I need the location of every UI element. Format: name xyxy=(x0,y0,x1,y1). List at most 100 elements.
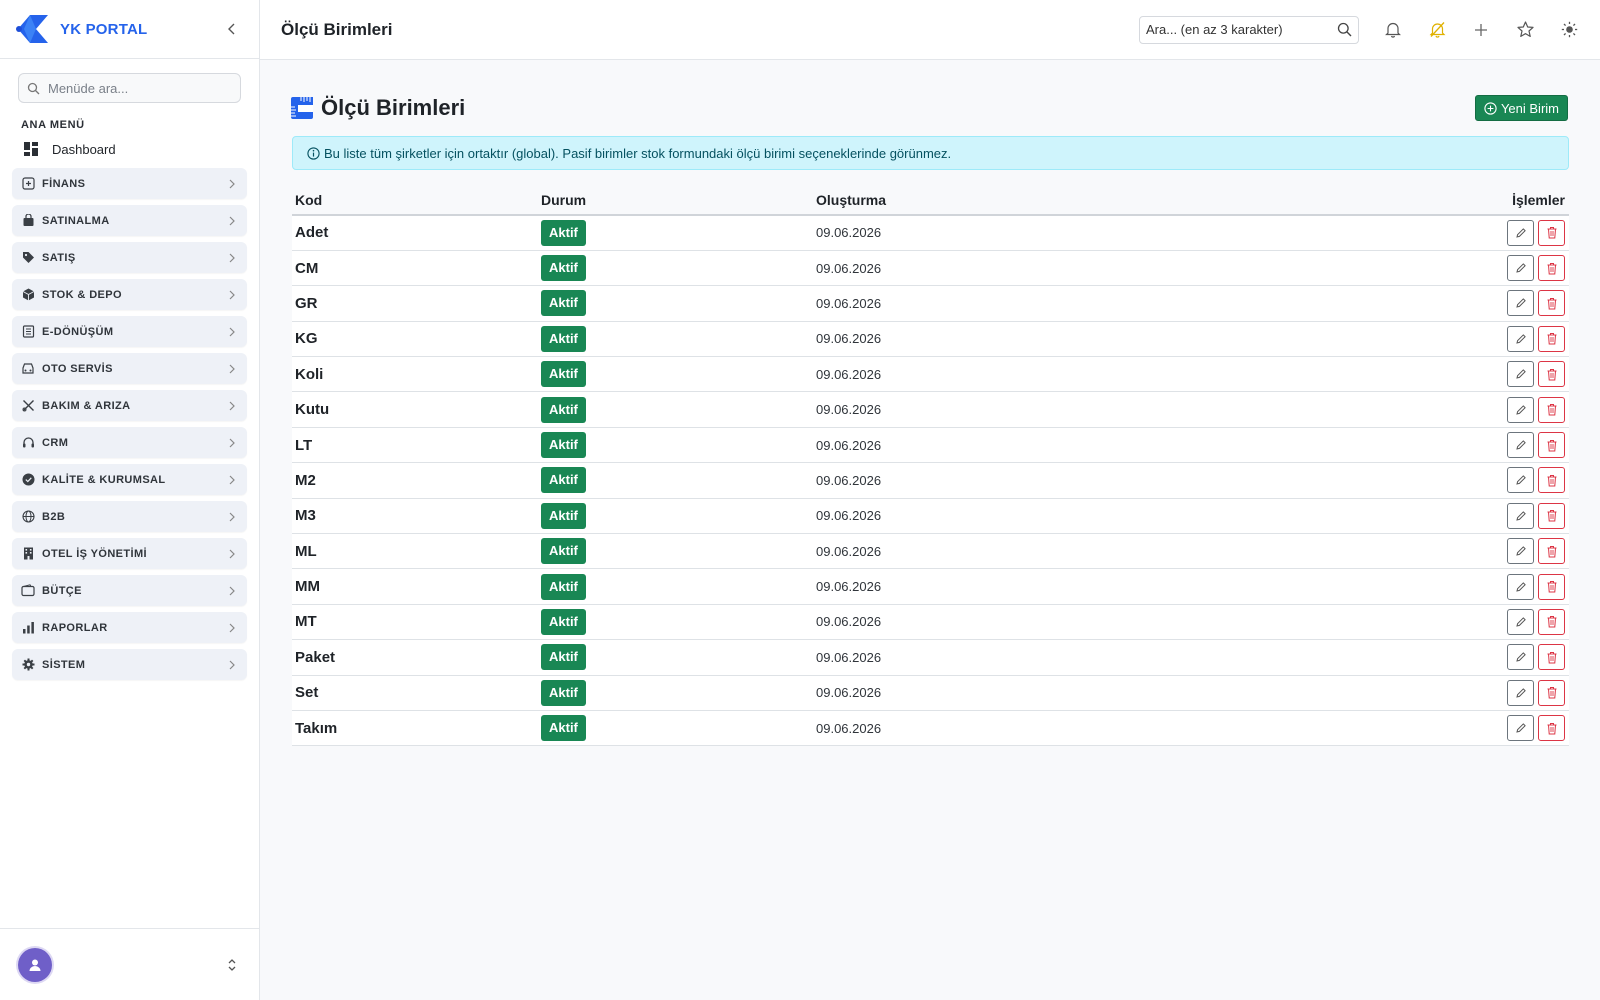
delete-button[interactable] xyxy=(1538,432,1565,459)
unit-code: GR xyxy=(292,285,538,322)
pencil-icon xyxy=(1515,333,1527,345)
sidebar-item-oto-servis[interactable]: OTO SERVİS xyxy=(12,353,247,384)
sidebar-item-kalite-kurumsal[interactable]: KALİTE & KURUMSAL xyxy=(12,464,247,495)
menu-search-input[interactable] xyxy=(48,80,228,96)
column-header-kod[interactable]: Kod xyxy=(292,185,538,216)
delete-button[interactable] xyxy=(1538,502,1565,529)
edit-button[interactable] xyxy=(1507,396,1534,423)
unit-code: M3 xyxy=(292,498,538,535)
sidebar-item-bakim-ariza[interactable]: BAKIM & ARIZA xyxy=(12,390,247,421)
chevron-right-icon xyxy=(229,660,235,669)
edit-button[interactable] xyxy=(1507,255,1534,282)
edit-button[interactable] xyxy=(1507,290,1534,317)
edit-button[interactable] xyxy=(1507,679,1534,706)
bell-slash-icon[interactable] xyxy=(1427,20,1447,40)
actions-cell xyxy=(1333,250,1569,287)
delete-button[interactable] xyxy=(1538,644,1565,671)
global-search-input[interactable] xyxy=(1146,22,1326,37)
table-row: Paket Aktif 09.06.2026 xyxy=(292,639,1569,676)
actions-cell xyxy=(1333,321,1569,358)
notifications-bell-icon[interactable] xyxy=(1383,20,1403,40)
created-date: 09.06.2026 xyxy=(813,568,1333,605)
status-badge: Aktif xyxy=(541,432,586,459)
units-table: Kod Durum Oluşturma İşlemler Adet Aktif 09… xyxy=(292,185,1569,747)
edit-button[interactable] xyxy=(1507,573,1534,600)
sidebar-item-finans[interactable]: FİNANS xyxy=(12,168,247,199)
sidebar-item-sistem[interactable]: SİSTEM xyxy=(12,649,247,680)
edit-button[interactable] xyxy=(1507,538,1534,565)
delete-button[interactable] xyxy=(1538,467,1565,494)
delete-button[interactable] xyxy=(1538,679,1565,706)
top-bar: Ölçü Birimleri xyxy=(260,0,1600,60)
sidebar-item-satinalma[interactable]: SATINALMA xyxy=(12,205,247,236)
unit-code: Koli xyxy=(292,356,538,393)
edit-button[interactable] xyxy=(1507,467,1534,494)
edit-button[interactable] xyxy=(1507,715,1534,742)
unit-code: Adet xyxy=(292,215,538,251)
delete-button[interactable] xyxy=(1538,219,1565,246)
status-cell: Aktif xyxy=(538,604,813,641)
status-cell: Aktif xyxy=(538,356,813,393)
delete-button[interactable] xyxy=(1538,715,1565,742)
sidebar-item-label: Dashboard xyxy=(52,141,116,157)
plus-icon[interactable] xyxy=(1471,20,1491,40)
person-icon xyxy=(29,959,41,971)
status-cell: Aktif xyxy=(538,639,813,676)
brand-logo-icon[interactable] xyxy=(16,13,50,45)
sidebar-item-butce[interactable]: BÜTÇE xyxy=(12,575,247,606)
unit-code: LT xyxy=(292,427,538,464)
sidebar-item-label: SİSTEM xyxy=(42,658,86,671)
status-badge: Aktif xyxy=(541,573,586,600)
edit-button[interactable] xyxy=(1507,361,1534,388)
status-cell: Aktif xyxy=(538,427,813,464)
tools-icon xyxy=(21,399,35,413)
delete-button[interactable] xyxy=(1538,573,1565,600)
created-date: 09.06.2026 xyxy=(813,250,1333,287)
sidebar-item-satis[interactable]: SATIŞ xyxy=(12,242,247,273)
search-icon[interactable] xyxy=(1337,22,1352,37)
star-icon[interactable] xyxy=(1515,20,1535,40)
sidebar-item-raporlar[interactable]: RAPORLAR xyxy=(12,612,247,643)
pencil-icon xyxy=(1515,581,1527,593)
unit-code: Takım xyxy=(292,710,538,747)
delete-button[interactable] xyxy=(1538,290,1565,317)
actions-cell xyxy=(1333,498,1569,535)
brand-title[interactable]: YK PORTAL xyxy=(60,21,147,38)
sidebar-item-b2b[interactable]: B2B xyxy=(12,501,247,532)
edit-button[interactable] xyxy=(1507,219,1534,246)
trash-icon xyxy=(1546,297,1558,310)
bar-chart-icon xyxy=(21,621,35,635)
actions-cell xyxy=(1333,427,1569,464)
user-menu-toggle[interactable] xyxy=(222,955,242,975)
delete-button[interactable] xyxy=(1538,255,1565,282)
edit-button[interactable] xyxy=(1507,325,1534,352)
sidebar-item-stok-depo[interactable]: STOK & DEPO xyxy=(12,279,247,310)
edit-button[interactable] xyxy=(1507,644,1534,671)
column-header-olusturma[interactable]: Oluşturma xyxy=(813,185,1333,216)
edit-button[interactable] xyxy=(1507,502,1534,529)
sidebar-item-e-donusum[interactable]: E-DÖNÜŞÜM xyxy=(12,316,247,347)
status-cell: Aktif xyxy=(538,391,813,428)
collapse-sidebar-button[interactable] xyxy=(221,18,243,40)
chevron-right-icon xyxy=(229,179,235,188)
status-cell: Aktif xyxy=(538,250,813,287)
edit-button[interactable] xyxy=(1507,432,1534,459)
delete-button[interactable] xyxy=(1538,396,1565,423)
actions-cell xyxy=(1333,710,1569,747)
created-date: 09.06.2026 xyxy=(813,356,1333,393)
user-avatar[interactable] xyxy=(18,947,52,982)
delete-button[interactable] xyxy=(1538,538,1565,565)
patch-check-icon xyxy=(21,473,35,487)
delete-button[interactable] xyxy=(1538,361,1565,388)
sidebar-item-crm[interactable]: CRM xyxy=(12,427,247,458)
delete-button[interactable] xyxy=(1538,325,1565,352)
chevron-right-icon xyxy=(229,327,235,336)
headset-icon xyxy=(21,436,35,450)
new-unit-button[interactable]: Yeni Birim xyxy=(1474,95,1568,121)
column-header-durum[interactable]: Durum xyxy=(538,185,813,216)
theme-sun-icon[interactable] xyxy=(1559,20,1579,40)
sidebar-item-dashboard[interactable]: Dashboard xyxy=(24,140,259,158)
sidebar-item-otel-is-yonetimi[interactable]: OTEL İŞ YÖNETİMİ xyxy=(12,538,247,569)
delete-button[interactable] xyxy=(1538,608,1565,635)
edit-button[interactable] xyxy=(1507,608,1534,635)
